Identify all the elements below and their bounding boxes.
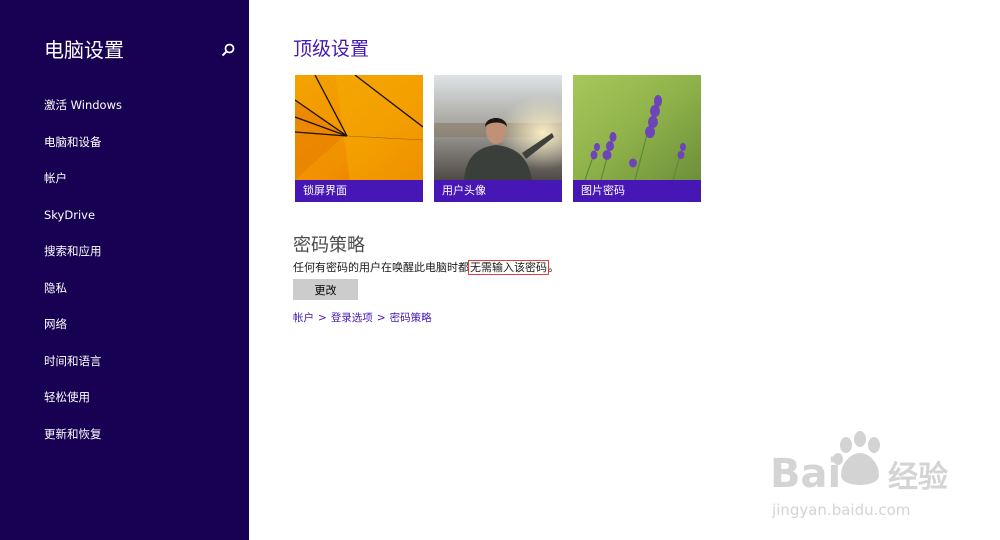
sidebar-item-time-language[interactable]: 时间和语言 (44, 353, 102, 369)
breadcrumb-password-policy[interactable]: 密码策略 (390, 312, 432, 324)
change-button[interactable]: 更改 (293, 279, 358, 300)
svg-text:经验: 经验 (888, 460, 948, 495)
page-title: 顶级设置 (293, 38, 370, 60)
breadcrumb-separator: > (318, 312, 327, 324)
sidebar-item-pc-devices[interactable]: 电脑和设备 (44, 134, 102, 150)
lavender-image (573, 75, 701, 180)
tile-lock-screen[interactable]: 锁屏界面 (295, 75, 423, 202)
sidebar: 电脑设置 激活 Windows 电脑和设备 帐户 SkyDrive 搜索和应用 … (0, 0, 249, 540)
tile-label: 用户头像 (442, 184, 486, 197)
tile-label: 图片密码 (581, 184, 625, 197)
sidebar-item-ease-of-access[interactable]: 轻松使用 (44, 389, 90, 405)
baidu-watermark-logo: Bai 经验 jingyan.baidu.com (770, 431, 948, 519)
description-text: 任何有密码的用户在唤醒此电脑时都 (293, 261, 469, 274)
breadcrumb-separator: > (376, 312, 386, 324)
sidebar-item-accounts[interactable]: 帐户 (44, 170, 67, 186)
breadcrumb-accounts[interactable]: 帐户 (293, 312, 314, 324)
sidebar-item-network[interactable]: 网络 (44, 316, 67, 332)
lock-screen-image (295, 75, 423, 180)
tile-account-picture[interactable]: 用户头像 (434, 75, 562, 202)
svg-text:Bai: Bai (770, 451, 841, 497)
section-title: 密码策略 (293, 235, 365, 256)
password-policy-description: 任何有密码的用户在唤醒此电脑时都无需输入该密码。 (293, 259, 559, 276)
breadcrumb-sign-in-options[interactable]: 登录选项 (331, 312, 373, 324)
search-icon[interactable] (220, 42, 236, 58)
description-end: 。 (548, 261, 559, 274)
sidebar-item-search-apps[interactable]: 搜索和应用 (44, 243, 102, 259)
svg-text:jingyan.baidu.com: jingyan.baidu.com (771, 501, 910, 519)
sidebar-title: 电脑设置 (44, 38, 124, 62)
tile-label: 锁屏界面 (303, 184, 347, 197)
tile-picture-password[interactable]: 图片密码 (573, 75, 701, 202)
sidebar-item-update-recovery[interactable]: 更新和恢复 (44, 426, 102, 442)
sidebar-item-skydrive[interactable]: SkyDrive (44, 207, 95, 223)
user-photo-image (434, 75, 562, 180)
sidebar-item-privacy[interactable]: 隐私 (44, 280, 67, 296)
highlighted-text: 无需输入该密码 (468, 260, 549, 275)
sidebar-item-activate-windows[interactable]: 激活 Windows (44, 97, 122, 113)
breadcrumb: 帐户 > 登录选项 > 密码策略 (293, 310, 432, 326)
